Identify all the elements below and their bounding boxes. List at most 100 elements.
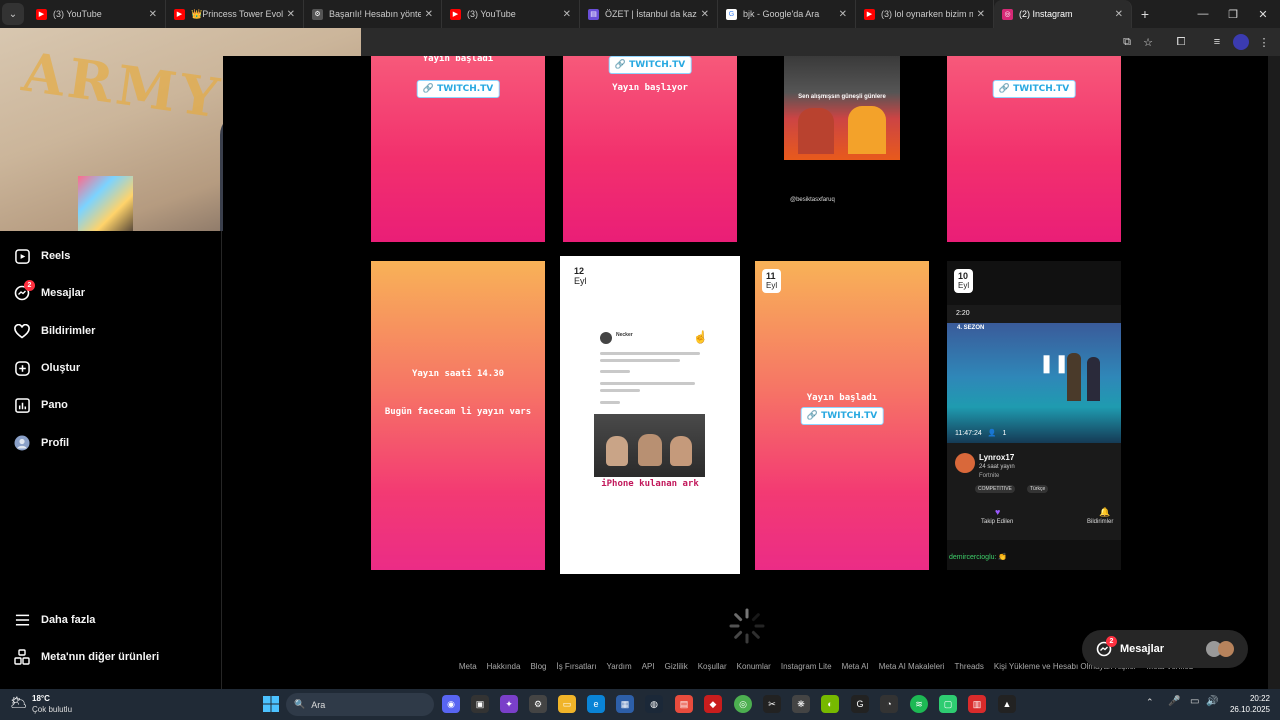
footer-link[interactable]: Meta AI: [842, 662, 869, 671]
sidebar-label: Bildirimler: [41, 325, 96, 337]
nvidia-icon[interactable]: ◐: [821, 695, 839, 713]
spotify-icon[interactable]: ≋: [910, 695, 928, 713]
footer-link[interactable]: Gizlilik: [665, 662, 688, 671]
steam-icon[interactable]: ◍: [645, 695, 663, 713]
terminal-icon[interactable]: ▣: [471, 695, 489, 713]
messages-floating-button[interactable]: 2 Mesajlar: [1082, 630, 1248, 668]
sidebar-item-more[interactable]: Daha fazla: [14, 608, 95, 632]
weather-temp[interactable]: 18°C: [32, 694, 50, 703]
post-tile[interactable]: 🔗 TWITCH.TV Yayın başlıyor: [563, 56, 737, 242]
app-icon[interactable]: ▥: [968, 695, 986, 713]
browser-tab[interactable]: ▶ (3) YouTube ✕: [28, 0, 166, 28]
post-tile[interactable]: Yayın başladı 🔗 TWITCH.TV: [371, 56, 545, 242]
browser-tab[interactable]: ▶ 👑Princess Tower Evolution ✕: [166, 0, 304, 28]
minimize-button[interactable]: —: [1188, 0, 1218, 28]
restore-button[interactable]: ❐: [1218, 0, 1248, 28]
new-tab-button[interactable]: +: [1132, 0, 1158, 28]
extensions-icon[interactable]: ⧠: [1173, 34, 1189, 50]
taskbar-search[interactable]: 🔍 Ara: [286, 693, 434, 716]
footer-link[interactable]: Meta: [459, 662, 477, 671]
sidebar-item-notifications[interactable]: Bildirimler: [14, 319, 95, 343]
volume-icon[interactable]: 🔊: [1206, 696, 1218, 707]
store-icon[interactable]: ▦: [616, 695, 634, 713]
tab-close-icon[interactable]: ✕: [149, 9, 157, 20]
settings-gear-icon[interactable]: ⚙: [529, 695, 547, 713]
close-window-button[interactable]: ✕: [1248, 0, 1278, 28]
footer-link[interactable]: Koşullar: [698, 662, 727, 671]
post-tile[interactable]: Yayın saati 14.30 Bugün facecam li yayın…: [371, 261, 545, 570]
browser-tab[interactable]: ▶ (3) lol oynarken bizim me ✕: [856, 0, 994, 28]
footer-link[interactable]: Konumlar: [737, 662, 771, 671]
browser-toolbar: ⧉ ☆ ⧠ ≡ ⋮: [361, 28, 1280, 56]
edge-icon[interactable]: e: [587, 695, 605, 713]
obs-icon[interactable]: ◔: [880, 695, 898, 713]
copilot-icon[interactable]: ✦: [500, 695, 518, 713]
person-face: [606, 436, 628, 466]
app-icon[interactable]: ▢: [939, 695, 957, 713]
browser-tab[interactable]: ◎ (2) Instagram ✕: [994, 0, 1132, 28]
post-tile[interactable]: 10 Eyl 2:20 4. SEZON ❚❚ 11:47:24 👤 1 Lynro…: [947, 261, 1121, 570]
app-icon[interactable]: ▤: [675, 695, 693, 713]
footer-link[interactable]: Blog: [530, 662, 546, 671]
sidebar-item-dashboard[interactable]: Pano: [14, 393, 68, 417]
tab-close-icon[interactable]: ✕: [701, 9, 709, 20]
tab-close-icon[interactable]: ✕: [563, 9, 571, 20]
twitch-badge: 🔗 TWITCH.TV: [416, 80, 500, 98]
clock-time[interactable]: 20:22: [1236, 694, 1270, 703]
file-explorer-icon[interactable]: ▭: [558, 695, 576, 713]
browser-tab[interactable]: ⚙ Başarılı! Hesabın yöntemi ✕: [304, 0, 442, 28]
post-tile[interactable]: 11 Eyl Yayın başladı 🔗 TWITCH.TV: [755, 261, 929, 570]
media-controls-icon[interactable]: ≡: [1209, 34, 1225, 50]
windows-start-icon[interactable]: [262, 695, 280, 713]
riot-icon[interactable]: ◆: [704, 695, 722, 713]
weather-icon[interactable]: 🌥: [10, 694, 30, 714]
profile-avatar-icon[interactable]: [1233, 34, 1249, 50]
post-tile[interactable]: 🔗 TWITCH.TV: [947, 56, 1121, 242]
page-scrollbar[interactable]: [1268, 56, 1280, 689]
sidebar-item-reels[interactable]: Reels: [14, 244, 70, 268]
footer-link[interactable]: Instagram Lite: [781, 662, 832, 671]
twitch-label: TWITCH.TV: [437, 84, 494, 94]
sidebar-label: Pano: [41, 399, 68, 411]
tab-close-icon[interactable]: ✕: [1115, 9, 1123, 20]
chatgpt-icon[interactable]: ❋: [792, 695, 810, 713]
footer-link[interactable]: Yardım: [606, 662, 631, 671]
discord-icon[interactable]: ◉: [442, 695, 460, 713]
tab-close-icon[interactable]: ✕: [287, 9, 295, 20]
network-icon[interactable]: ▭: [1190, 696, 1199, 707]
tab-close-icon[interactable]: ✕: [977, 9, 985, 20]
footer-link[interactable]: API: [642, 662, 655, 671]
bookmark-star-icon[interactable]: ☆: [1140, 34, 1156, 50]
weather-desc[interactable]: Çok bulutlu: [32, 705, 72, 714]
sidebar-item-create[interactable]: Oluştur: [14, 356, 80, 380]
microphone-icon[interactable]: 🎤: [1168, 696, 1180, 707]
browser-tab[interactable]: ▤ ÖZET | İstanbul da kazanan ✕: [580, 0, 718, 28]
person-face: [638, 434, 662, 466]
tab-search-button[interactable]: ⌄: [2, 3, 24, 25]
tab-title: bjk - Google'da Ara: [743, 9, 820, 19]
chevron-up-icon[interactable]: ⌃: [1146, 697, 1154, 708]
app-icon[interactable]: G: [851, 695, 869, 713]
browser-tab[interactable]: ▶ (3) YouTube ✕: [442, 0, 580, 28]
footer-link[interactable]: İş Fırsatları: [556, 662, 596, 671]
cast-icon[interactable]: ⧉: [1119, 34, 1135, 50]
clock-date[interactable]: 26.10.2025: [1222, 705, 1270, 714]
twitch-badge: 🔗 TWITCH.TV: [992, 80, 1076, 98]
footer-link[interactable]: Threads: [955, 662, 984, 671]
sidebar-item-meta-products[interactable]: Meta'nın diğer ürünleri: [14, 645, 159, 669]
post-tile[interactable]: 12 Eyl Necker iPhone kulanan ark ☝: [560, 256, 740, 574]
tab-close-icon[interactable]: ✕: [425, 9, 433, 20]
app-icon[interactable]: ▲: [998, 695, 1016, 713]
chrome-icon[interactable]: ◎: [734, 695, 752, 713]
menu-kebab-icon[interactable]: ⋮: [1256, 34, 1272, 50]
sidebar-item-messages[interactable]: 2 Mesajlar: [14, 280, 85, 305]
tab-close-icon[interactable]: ✕: [839, 9, 847, 20]
footer-link[interactable]: Hakkında: [487, 662, 521, 671]
footer-link[interactable]: Meta AI Makaleleri: [879, 662, 945, 671]
capcut-icon[interactable]: ✂: [763, 695, 781, 713]
sidebar-item-profile[interactable]: Profil: [14, 431, 69, 455]
heart-icon: [14, 323, 30, 339]
post-tile[interactable]: Sen alışmışsın güneşli günlere @besiktas…: [755, 56, 929, 242]
browser-tab[interactable]: Gbjk - Google'da Ara ✕: [718, 0, 856, 28]
search-placeholder: Ara: [311, 699, 326, 710]
